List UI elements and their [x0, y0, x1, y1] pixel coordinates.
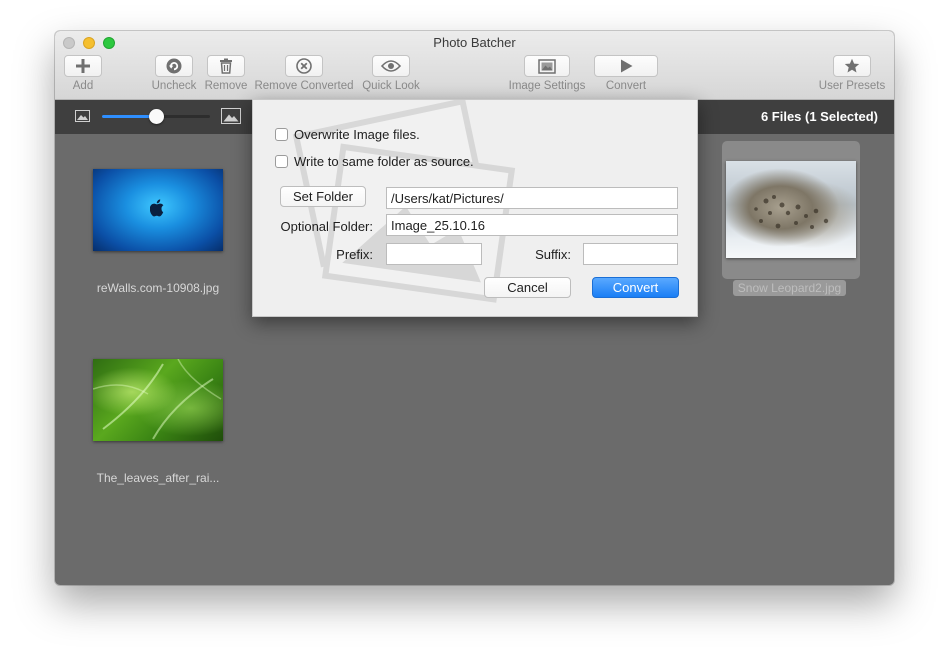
suffix-field[interactable]	[583, 243, 678, 265]
convert-toolbar-label: Convert	[605, 80, 647, 92]
set-folder-button[interactable]: Set Folder	[280, 186, 366, 207]
remove-label: Remove	[204, 80, 248, 92]
convert-toolbar-button[interactable]: Convert	[594, 55, 658, 92]
plus-icon	[76, 59, 90, 73]
image-preview	[93, 359, 223, 441]
user-presets-button[interactable]: User Presets	[815, 55, 889, 92]
undo-circle-icon	[166, 58, 182, 74]
add-button[interactable]: Add	[63, 55, 103, 92]
leaf-veins-decoration	[93, 359, 222, 440]
image-icon	[538, 58, 556, 74]
same-folder-label: Write to same folder as source.	[294, 154, 474, 169]
cancel-button[interactable]: Cancel	[484, 277, 571, 298]
uncheck-button[interactable]: Uncheck	[149, 55, 199, 92]
window-title: Photo Batcher	[433, 35, 516, 50]
small-image-icon	[75, 110, 90, 122]
leopard-spots-decoration	[754, 195, 829, 229]
overwrite-label: Overwrite Image files.	[294, 127, 420, 142]
image-settings-button[interactable]: Image Settings	[507, 55, 587, 92]
eye-icon	[381, 60, 401, 72]
overwrite-checkbox[interactable]	[275, 128, 288, 141]
trash-icon	[220, 58, 232, 74]
file-name: The_leaves_after_rai...	[96, 471, 220, 485]
image-preview	[93, 169, 223, 251]
same-folder-checkbox[interactable]	[275, 155, 288, 168]
prefix-field[interactable]	[386, 243, 482, 265]
slider-knob[interactable]	[149, 109, 164, 124]
file-name: reWalls.com-10908.jpg	[96, 281, 220, 295]
remove-converted-label: Remove Converted	[254, 80, 354, 92]
remove-converted-button[interactable]: Remove Converted	[254, 55, 354, 92]
image-preview	[726, 161, 856, 258]
star-icon	[844, 58, 860, 73]
optional-folder-field[interactable]	[386, 214, 678, 236]
prefix-label: Prefix:	[336, 247, 373, 262]
image-settings-label: Image Settings	[508, 80, 586, 92]
folder-path-field[interactable]	[386, 187, 678, 209]
remove-button[interactable]: Remove	[203, 55, 249, 92]
suffix-label: Suffix:	[535, 247, 571, 262]
optional-folder-label: Optional Folder:	[280, 219, 374, 234]
overwrite-checkbox-row[interactable]: Overwrite Image files.	[275, 127, 420, 142]
quick-look-label: Quick Look	[362, 80, 420, 92]
close-circle-icon	[296, 58, 312, 74]
large-image-icon	[221, 108, 241, 124]
file-name-selected: Snow Leopard2.jpg	[733, 280, 846, 296]
file-count: 6 Files (1 Selected)	[760, 109, 878, 124]
same-folder-checkbox-row[interactable]: Write to same folder as source.	[275, 154, 474, 169]
play-icon	[621, 59, 633, 73]
quick-look-button[interactable]: Quick Look	[360, 55, 422, 92]
uncheck-label: Uncheck	[151, 80, 197, 92]
user-presets-label: User Presets	[818, 80, 886, 92]
app-window: Photo Batcher Add Uncheck Remove Remove …	[55, 31, 894, 585]
titlebar: Photo Batcher Add Uncheck Remove Remove …	[55, 31, 894, 100]
apple-logo-icon	[150, 199, 164, 217]
convert-button[interactable]: Convert	[592, 277, 679, 298]
add-label: Add	[72, 80, 94, 92]
convert-options-sheet: Overwrite Image files. Write to same fol…	[252, 99, 698, 317]
